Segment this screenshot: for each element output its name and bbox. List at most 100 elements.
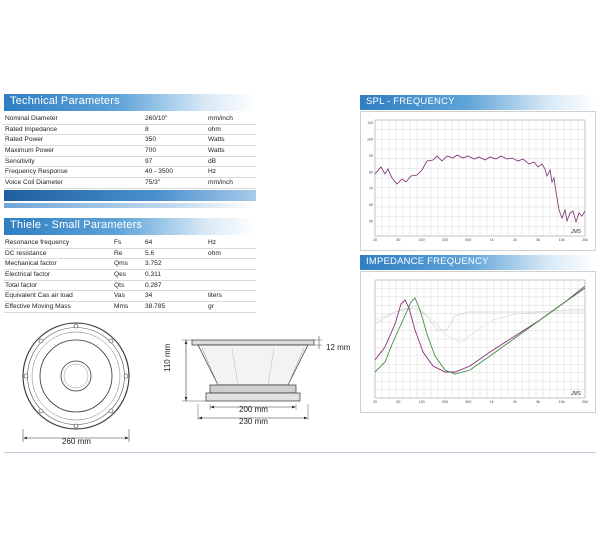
thiele-small-table: Resonance frequency Fs 64 Hz DC resistance Re… — [4, 238, 256, 313]
x-tick-label: 20k — [582, 400, 588, 404]
table-row: Equivalent Cas air load Vas 34 liters — [4, 291, 256, 303]
row-unit: Watts — [208, 136, 225, 144]
table-row: Mechanical factor Qms 3.752 — [4, 259, 256, 271]
depth-label: 110 mm — [163, 343, 172, 372]
row-symbol: Fs — [114, 239, 122, 246]
row-label: Total factor — [5, 281, 38, 289]
row-symbol: Re — [114, 249, 123, 257]
impedance-frequency-title: IMPEDANCE FREQUENCY — [366, 256, 489, 267]
bottom-divider — [4, 452, 596, 453]
x-tick-label: 500 — [465, 400, 471, 404]
x-tick-label: 5k — [536, 400, 540, 404]
row-value: 40 - 3500 — [145, 168, 173, 176]
impedance-frequency-header: IMPEDANCE FREQUENCY — [360, 255, 596, 270]
row-label: Effective Moving Mass — [5, 303, 71, 311]
impedance-frequency-graph: 20 50 100 200 500 1k 2k 5k 10k 20kJMS — [373, 279, 588, 404]
x-tick-label: 200 — [442, 400, 448, 404]
row-label: Mechanical factor — [5, 260, 57, 268]
x-tick-label: 20 — [373, 400, 377, 404]
row-unit: Hz — [208, 239, 217, 246]
y-tick-label: 110 — [367, 121, 373, 125]
front-diameter-label: 260 mm — [62, 437, 91, 446]
x-tick-label: 2k — [513, 238, 517, 242]
row-label: Equivalent Cas air load — [5, 292, 73, 300]
decorative-stripe — [4, 190, 256, 201]
row-label: Maximum Power — [5, 147, 55, 155]
row-symbol: Qms — [114, 260, 128, 268]
x-tick-label: 2k — [513, 400, 517, 404]
outer-width-label: 230 mm — [239, 417, 268, 426]
row-unit: ohm — [208, 249, 221, 257]
row-value: 34 — [145, 292, 153, 300]
row-value: 260/10" — [145, 115, 168, 122]
y-tick-label: 70 — [369, 187, 373, 191]
row-label: DC resistance — [5, 249, 47, 257]
spl-frequency-graph: 20 50 100 200 500 1k 2k 5k 10k 20k 110 100 90 80 70 60 5… — [367, 119, 588, 242]
table-row: Resonance frequency Fs 64 Hz — [4, 238, 256, 249]
x-tick-label: 20k — [582, 238, 588, 242]
spl-frequency-title: SPL - FREQUENCY — [366, 96, 455, 107]
row-unit: mm/inch — [208, 179, 233, 187]
row-value: 5.6 — [145, 249, 155, 257]
x-tick-label: 50 — [396, 400, 400, 404]
row-value: 64 — [145, 239, 153, 246]
jms-logo: JMS — [570, 229, 582, 235]
technical-parameters-title: Technical Parameters — [10, 95, 120, 107]
y-tick-label: 60 — [369, 203, 373, 207]
row-unit: liters — [208, 292, 222, 300]
technical-parameters-table: Nominal Diameter 260/10" mm/inch Rated Impe… — [4, 114, 256, 189]
row-unit: Hz — [208, 168, 217, 176]
row-value: 700 — [145, 147, 157, 155]
x-tick-label: 200 — [442, 238, 448, 242]
table-row: Rated Power 350 Watts — [4, 135, 256, 147]
table-row: Frequency Response 40 - 3500 Hz — [4, 167, 256, 179]
x-tick-label: 50 — [396, 238, 400, 242]
row-symbol: Vas — [114, 292, 125, 300]
row-label: Rated Power — [5, 136, 44, 144]
table-row: Rated Impedance 8 ohm — [4, 125, 256, 136]
y-tick-label: 90 — [369, 154, 373, 158]
table-row: Voice Coil Diameter 75/3" mm/inch — [4, 178, 256, 189]
x-tick-label: 1k — [490, 400, 494, 404]
magnet-width-label: 200 mm — [239, 405, 268, 414]
x-tick-label: 5k — [536, 238, 540, 242]
row-unit: ohm — [208, 125, 221, 133]
x-tick-label: 1k — [490, 238, 494, 242]
row-value: 38.785 — [145, 303, 166, 311]
thiele-small-title: Thiele - Small Parameters — [10, 219, 143, 231]
jms-logo: JMS — [570, 391, 582, 397]
x-tick-label: 10k — [559, 238, 565, 242]
thiele-small-header: Thiele - Small Parameters — [4, 218, 256, 235]
row-label: Nominal Diameter — [5, 115, 58, 122]
y-tick-label: 50 — [369, 220, 373, 224]
spl-frequency-chart: 20 50 100 200 500 1k 2k 5k 10k 20k 110 100 90 80 70 60 5… — [360, 111, 596, 251]
x-tick-label: 500 — [465, 238, 471, 242]
row-unit: Watts — [208, 147, 225, 155]
row-value: 3.752 — [145, 260, 162, 268]
table-row: Electrical factor Qes 0.311 — [4, 270, 256, 281]
row-value: 75/3" — [145, 179, 161, 187]
row-value: 0.287 — [145, 281, 162, 289]
row-value: 8 — [145, 125, 149, 133]
row-value: 0.311 — [145, 271, 162, 279]
table-row: Nominal Diameter 260/10" mm/inch — [4, 114, 256, 125]
speaker-front-drawing — [22, 322, 130, 442]
y-tick-label: 80 — [369, 170, 373, 174]
x-tick-label: 10k — [559, 400, 565, 404]
table-row: Maximum Power 700 Watts — [4, 146, 256, 157]
flange-label: 12 mm — [326, 343, 351, 352]
table-row: Sensitivity 97 dB — [4, 157, 256, 168]
row-symbol: Qts — [114, 281, 125, 289]
row-label: Frequency Response — [5, 168, 68, 176]
row-label: Sensitivity — [5, 157, 35, 165]
row-symbol: Qes — [114, 271, 127, 279]
spl-frequency-header: SPL - FREQUENCY — [360, 95, 596, 110]
table-row: Total factor Qts 0.287 — [4, 281, 256, 292]
row-label: Resonance frequency — [5, 239, 70, 246]
x-tick-label: 100 — [419, 238, 425, 242]
decorative-stripe-light — [4, 203, 256, 208]
row-unit: mm/inch — [208, 115, 233, 122]
x-tick-label: 20 — [373, 238, 377, 242]
row-unit: gr — [208, 303, 214, 311]
row-value: 350 — [145, 136, 157, 144]
